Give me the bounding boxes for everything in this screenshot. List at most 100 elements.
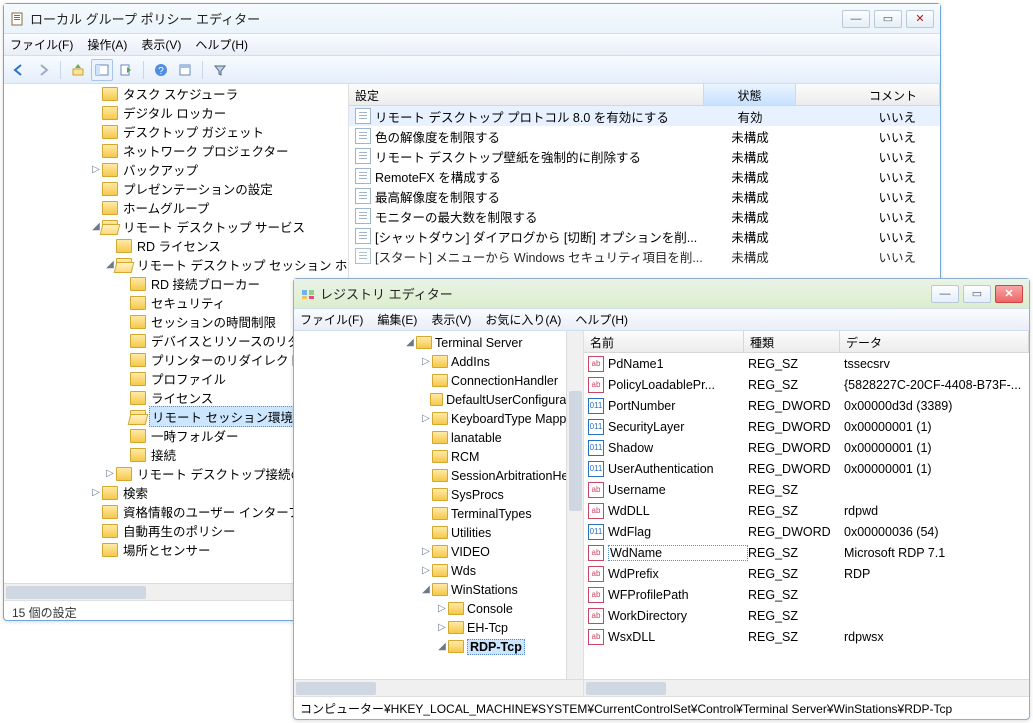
reg-tree[interactable]: ◢Terminal Server▷AddInsConnectionHandler… <box>294 331 584 696</box>
registry-value-row[interactable]: 011ShadowREG_DWORD0x00000001 (1) <box>584 437 1029 458</box>
settings-row[interactable]: [スタート] メニューから Windows セキュリティ項目を削...未構成いい… <box>349 246 940 266</box>
col-comment[interactable]: コメント <box>796 84 940 105</box>
settings-row[interactable]: 最高解像度を制限する未構成いいえ <box>349 186 940 206</box>
col-setting[interactable]: 設定 <box>349 84 704 105</box>
registry-key[interactable]: ◢RDP-Tcp <box>294 637 583 656</box>
settings-row[interactable]: 色の解像度を制限する未構成いいえ <box>349 126 940 146</box>
tree-item[interactable]: ホームグループ <box>4 198 349 217</box>
registry-key[interactable]: SysProcs <box>294 485 583 504</box>
tree-item[interactable]: デスクトップ ガジェット <box>4 122 349 141</box>
tree-item[interactable]: ◢リモート デスクトップ セッション ホ... <box>4 255 349 274</box>
registry-value-row[interactable]: abPdName1REG_SZtssecsrv <box>584 353 1029 374</box>
value-type: REG_DWORD <box>748 399 844 413</box>
horizontal-scrollbar[interactable] <box>294 679 583 696</box>
expand-toggle-icon[interactable]: ▷ <box>420 565 432 576</box>
menu-action[interactable]: 操作(A) <box>87 36 127 53</box>
gpe-titlebar[interactable]: ローカル グループ ポリシー エディター — ▭ ✕ <box>4 4 940 34</box>
tree-item[interactable]: ネットワーク プロジェクター <box>4 141 349 160</box>
menu-view[interactable]: 表示(V) <box>141 36 181 53</box>
forward-button[interactable] <box>32 59 54 81</box>
tree-item[interactable]: RD ライセンス <box>4 236 349 255</box>
minimize-button[interactable]: — <box>931 285 959 303</box>
registry-key[interactable]: ▷KeyboardType Mapp... <box>294 409 583 428</box>
tree-item[interactable]: ▷バックアップ <box>4 160 349 179</box>
registry-value-row[interactable]: 011UserAuthenticationREG_DWORD0x00000001… <box>584 458 1029 479</box>
registry-key[interactable]: ◢Terminal Server <box>294 333 583 352</box>
registry-key[interactable]: TerminalTypes <box>294 504 583 523</box>
reg-titlebar[interactable]: レジストリ エディター — ▭ ✕ <box>294 279 1029 309</box>
registry-key[interactable]: lanatable <box>294 428 583 447</box>
close-button[interactable]: ✕ <box>906 10 934 28</box>
show-hide-tree-button[interactable] <box>91 59 113 81</box>
registry-key[interactable]: Utilities <box>294 523 583 542</box>
tree-item[interactable]: ◢リモート デスクトップ サービス <box>4 217 349 236</box>
registry-key[interactable]: RCM <box>294 447 583 466</box>
list-header[interactable]: 設定 状態 コメント <box>349 84 940 106</box>
expand-toggle-icon[interactable]: ▷ <box>90 487 102 498</box>
menu-file[interactable]: ファイル(F) <box>300 311 363 328</box>
menu-help[interactable]: ヘルプ(H) <box>575 311 628 328</box>
expand-toggle-icon[interactable]: ▷ <box>420 413 432 424</box>
menu-file[interactable]: ファイル(F) <box>10 36 73 53</box>
filter-button[interactable] <box>209 59 231 81</box>
expand-toggle-icon[interactable]: ◢ <box>420 584 432 595</box>
col-name[interactable]: 名前 <box>584 331 744 352</box>
registry-value-row[interactable]: 011PortNumberREG_DWORD0x00000d3d (3389) <box>584 395 1029 416</box>
expand-toggle-icon[interactable]: ◢ <box>404 337 416 348</box>
expand-toggle-icon[interactable]: ◢ <box>436 641 448 652</box>
registry-value-row[interactable]: abWsxDLLREG_SZrdpwsx <box>584 626 1029 647</box>
registry-value-row[interactable]: 011SecurityLayerREG_DWORD0x00000001 (1) <box>584 416 1029 437</box>
registry-key[interactable]: ◢WinStations <box>294 580 583 599</box>
maximize-button[interactable]: ▭ <box>963 285 991 303</box>
reg-values-list[interactable]: 名前 種類 データ abPdName1REG_SZtssecsrvabPolic… <box>584 331 1029 696</box>
properties-button[interactable] <box>174 59 196 81</box>
registry-value-row[interactable]: 011WdFlagREG_DWORD0x00000036 (54) <box>584 521 1029 542</box>
tree-item[interactable]: デジタル ロッカー <box>4 103 349 122</box>
maximize-button[interactable]: ▭ <box>874 10 902 28</box>
registry-value-row[interactable]: abWdDLLREG_SZrdpwd <box>584 500 1029 521</box>
menu-favorites[interactable]: お気に入り(A) <box>485 311 561 328</box>
registry-key[interactable]: ▷EH-Tcp <box>294 618 583 637</box>
registry-key[interactable]: ▷AddIns <box>294 352 583 371</box>
col-state[interactable]: 状態 <box>704 84 796 105</box>
registry-key[interactable]: ConnectionHandler <box>294 371 583 390</box>
col-type[interactable]: 種類 <box>744 331 840 352</box>
back-button[interactable] <box>8 59 30 81</box>
registry-value-row[interactable]: abPolicyLoadablePr...REG_SZ{5828227C-20C… <box>584 374 1029 395</box>
expand-toggle-icon[interactable]: ▷ <box>420 546 432 557</box>
registry-value-row[interactable]: abWorkDirectoryREG_SZ <box>584 605 1029 626</box>
values-header[interactable]: 名前 種類 データ <box>584 331 1029 353</box>
registry-key[interactable]: SessionArbitrationHe... <box>294 466 583 485</box>
registry-key[interactable]: ▷Wds <box>294 561 583 580</box>
settings-row[interactable]: リモート デスクトップ プロトコル 8.0 を有効にする有効いいえ <box>349 106 940 126</box>
up-button[interactable] <box>67 59 89 81</box>
expand-toggle-icon[interactable]: ▷ <box>420 356 432 367</box>
menu-help[interactable]: ヘルプ(H) <box>195 36 248 53</box>
registry-key[interactable]: ▷VIDEO <box>294 542 583 561</box>
registry-value-row[interactable]: abWdPrefixREG_SZRDP <box>584 563 1029 584</box>
settings-row[interactable]: モニターの最大数を制限する未構成いいえ <box>349 206 940 226</box>
minimize-button[interactable]: — <box>842 10 870 28</box>
registry-key[interactable]: DefaultUserConfigurati... <box>294 390 583 409</box>
menu-view[interactable]: 表示(V) <box>431 311 471 328</box>
expand-toggle-icon[interactable]: ▷ <box>436 622 448 633</box>
vertical-scrollbar[interactable] <box>566 331 583 679</box>
close-button[interactable]: ✕ <box>995 285 1023 303</box>
export-button[interactable] <box>115 59 137 81</box>
settings-row[interactable]: リモート デスクトップ壁紙を強制的に削除する未構成いいえ <box>349 146 940 166</box>
menu-edit[interactable]: 編集(E) <box>377 311 417 328</box>
registry-value-row[interactable]: abUsernameREG_SZ <box>584 479 1029 500</box>
expand-toggle-icon[interactable]: ▷ <box>436 603 448 614</box>
settings-row[interactable]: [シャットダウン] ダイアログから [切断] オプションを削...未構成いいえ <box>349 226 940 246</box>
settings-row[interactable]: RemoteFX を構成する未構成いいえ <box>349 166 940 186</box>
horizontal-scrollbar[interactable] <box>584 679 1029 696</box>
help-button[interactable]: ? <box>150 59 172 81</box>
expand-toggle-icon[interactable]: ▷ <box>104 468 116 479</box>
col-data[interactable]: データ <box>840 331 1029 352</box>
expand-toggle-icon[interactable]: ▷ <box>90 164 102 175</box>
registry-value-row[interactable]: abWFProfilePathREG_SZ <box>584 584 1029 605</box>
registry-value-row[interactable]: abWdNameREG_SZMicrosoft RDP 7.1 <box>584 542 1029 563</box>
tree-item[interactable]: プレゼンテーションの設定 <box>4 179 349 198</box>
registry-key[interactable]: ▷Console <box>294 599 583 618</box>
tree-item[interactable]: タスク スケジューラ <box>4 84 349 103</box>
